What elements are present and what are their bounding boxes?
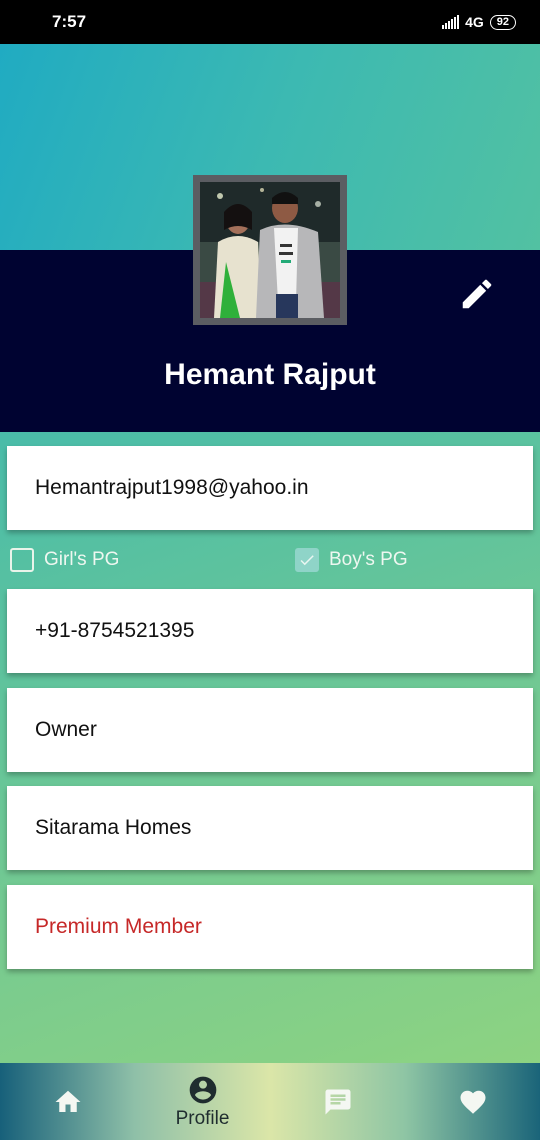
pg-type-options: Girl's PG Boy's PG bbox=[10, 544, 530, 576]
girls-pg-label: Girl's PG bbox=[44, 549, 120, 570]
checkbox-checked-icon bbox=[295, 548, 319, 572]
account-circle-icon bbox=[189, 1076, 216, 1103]
phone-field[interactable]: +91-8754521395 bbox=[7, 589, 533, 673]
email-field[interactable]: Hemantrajput1998@yahoo.in bbox=[7, 446, 533, 530]
nav-chat[interactable] bbox=[270, 1063, 405, 1140]
bottom-navigation: Profile bbox=[0, 1063, 540, 1140]
signal-icon bbox=[442, 15, 460, 29]
home-icon bbox=[55, 1090, 80, 1112]
heart-icon bbox=[460, 1090, 485, 1114]
role-value: Owner bbox=[35, 718, 97, 741]
nav-favorites[interactable] bbox=[405, 1063, 540, 1140]
status-time: 7:57 bbox=[52, 12, 87, 31]
property-name-value: Sitarama Homes bbox=[35, 816, 192, 839]
profile-name: Hemant Rajput bbox=[164, 358, 376, 391]
status-bar: 7:57 4G 92 bbox=[0, 0, 540, 44]
edit-profile-button[interactable] bbox=[458, 275, 496, 313]
phone-value: +91-8754521395 bbox=[35, 619, 195, 642]
nav-home[interactable] bbox=[0, 1063, 135, 1140]
boys-pg-checkbox[interactable]: Boy's PG bbox=[295, 548, 408, 572]
pencil-icon bbox=[462, 279, 492, 309]
nav-profile-label: Profile bbox=[175, 1107, 230, 1129]
status-indicators: 4G 92 bbox=[442, 14, 516, 30]
membership-value: Premium Member bbox=[35, 915, 202, 938]
chat-icon bbox=[325, 1089, 350, 1114]
battery-level: 92 bbox=[496, 15, 509, 28]
profile-photo-graphic bbox=[200, 182, 340, 318]
property-name-field[interactable]: Sitarama Homes bbox=[7, 786, 533, 870]
email-value: Hemantrajput1998@yahoo.in bbox=[35, 476, 309, 499]
role-field[interactable]: Owner bbox=[7, 688, 533, 772]
membership-field[interactable]: Premium Member bbox=[7, 885, 533, 969]
avatar[interactable] bbox=[193, 175, 347, 325]
profile-photo bbox=[200, 182, 340, 318]
battery-icon: 92 bbox=[489, 14, 516, 30]
nav-profile[interactable]: Profile bbox=[135, 1063, 270, 1140]
network-type: 4G bbox=[465, 14, 484, 30]
boys-pg-label: Boy's PG bbox=[329, 549, 408, 570]
girls-pg-checkbox[interactable]: Girl's PG bbox=[10, 548, 119, 572]
checkbox-unchecked-icon bbox=[10, 548, 34, 572]
